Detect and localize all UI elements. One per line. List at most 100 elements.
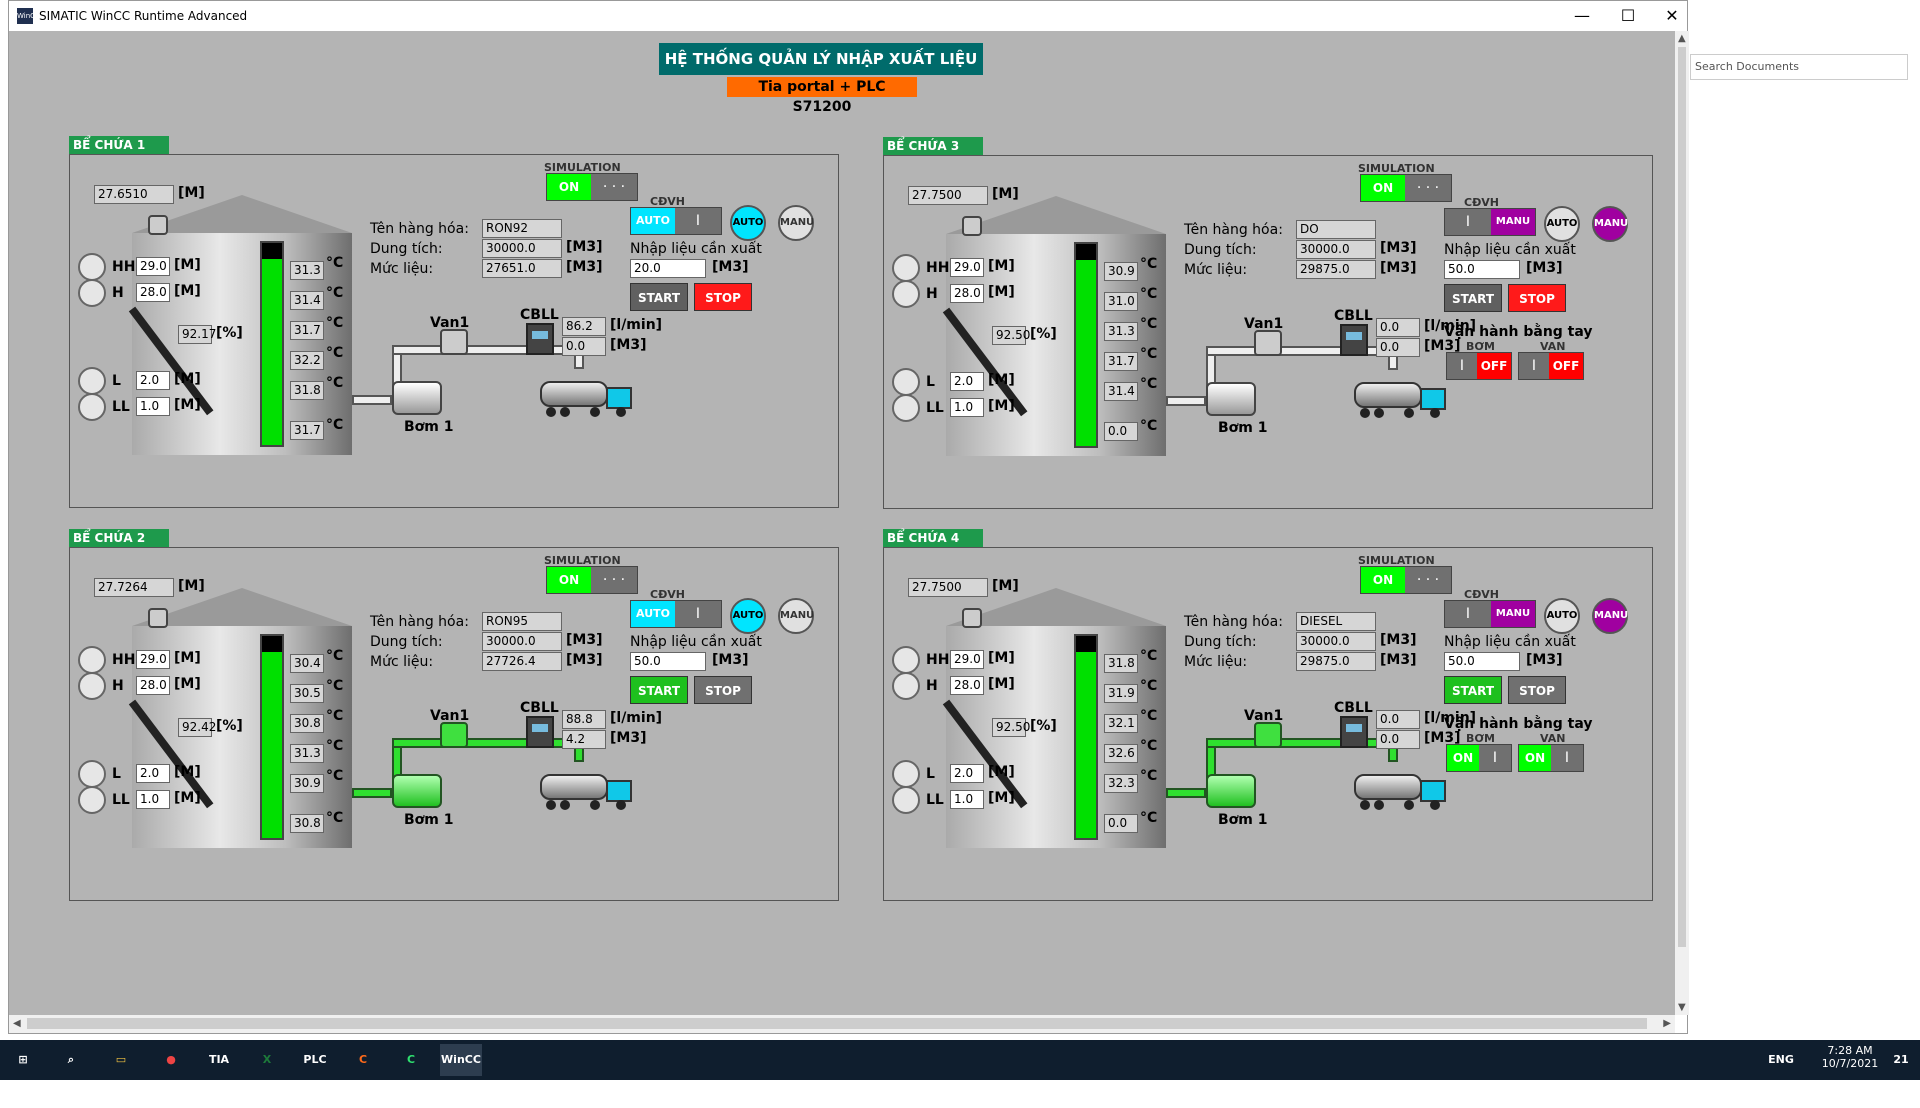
simulation-toggle[interactable]: ON · · · — [1360, 566, 1452, 594]
manual-van-on[interactable]: ON — [1519, 745, 1551, 771]
close-button[interactable]: ✕ — [1649, 1, 1695, 31]
level-unit-hh: [M] — [988, 258, 1015, 274]
manual-bom-off[interactable]: OFF — [1477, 353, 1511, 379]
truck-wheel — [590, 407, 600, 417]
mode-toggle[interactable]: I MANU — [1444, 208, 1536, 236]
flowmeter-icon — [1340, 716, 1368, 748]
stop-button[interactable]: STOP — [694, 283, 752, 311]
simulation-toggle[interactable]: ON · · · — [546, 566, 638, 594]
manual-van-toggle[interactable]: I OFF — [1518, 352, 1584, 380]
level-setpoint-l[interactable]: 2.0 — [136, 764, 170, 783]
tanker-truck-icon — [540, 770, 632, 810]
manual-van-handle[interactable]: I — [1551, 745, 1583, 771]
mode-manu[interactable]: MANU — [1491, 209, 1535, 235]
level-setpoint-l[interactable]: 2.0 — [136, 371, 170, 390]
simulation-on[interactable]: ON — [1361, 175, 1405, 201]
mode-auto[interactable]: AUTO — [631, 601, 675, 627]
simulation-toggle[interactable]: ON · · · — [1360, 174, 1452, 202]
taskbar-app-3[interactable]: PLC SIM — [294, 1044, 336, 1098]
level-indicator-ll — [892, 786, 920, 814]
simulation-handle[interactable]: · · · — [591, 567, 637, 593]
language-indicator[interactable]: ENG — [1760, 1044, 1802, 1076]
level-bar — [260, 634, 284, 840]
level-setpoint-hh[interactable]: 29.0 — [950, 650, 984, 669]
mode-toggle[interactable]: AUTO I — [630, 600, 722, 628]
level-setpoint-hh[interactable]: 29.0 — [950, 258, 984, 277]
taskbar-app-2[interactable]: X — [246, 1044, 288, 1076]
level-setpoint-h[interactable]: 28.0 — [136, 676, 170, 695]
stop-button[interactable]: STOP — [694, 676, 752, 704]
level-setpoint-h[interactable]: 28.0 — [950, 284, 984, 303]
simulation-toggle[interactable]: ON · · · — [546, 173, 638, 201]
setpoint-input[interactable]: 50.0 — [1444, 260, 1520, 279]
level-indicator-l — [78, 367, 106, 395]
simulation-on[interactable]: ON — [547, 567, 591, 593]
taskbar-app-4[interactable]: C — [342, 1044, 384, 1076]
mode-auto[interactable]: AUTO — [631, 208, 675, 234]
start-icon[interactable]: ⊞ — [2, 1044, 44, 1076]
level-setpoint-l[interactable]: 2.0 — [950, 372, 984, 391]
mode-toggle[interactable]: AUTO I — [630, 207, 722, 235]
vertical-scrollbar[interactable]: ▲ ▼ — [1675, 31, 1689, 1015]
mode-manu[interactable]: MANU — [1491, 601, 1535, 627]
truck-tank — [540, 381, 608, 407]
temperature-value: 31.4 — [1104, 382, 1138, 401]
level-setpoint-l[interactable]: 2.0 — [950, 764, 984, 783]
maximize-button[interactable]: ☐ — [1605, 1, 1651, 31]
temperature-unit: °C — [326, 768, 344, 784]
capacity-unit: [M3] — [1380, 240, 1417, 256]
level-setpoint-hh[interactable]: 29.0 — [136, 257, 170, 276]
search-icon[interactable]: ⌕ — [50, 1044, 92, 1076]
simulation-handle[interactable]: · · · — [1405, 175, 1451, 201]
mode-handle[interactable]: I — [675, 601, 721, 627]
simulation-on[interactable]: ON — [547, 174, 591, 200]
start-button[interactable]: START — [1444, 284, 1502, 312]
setpoint-input[interactable]: 50.0 — [1444, 652, 1520, 671]
manual-van-handle[interactable]: I — [1519, 353, 1549, 379]
chrome-icon[interactable]: ● — [150, 1044, 192, 1076]
manual-bom-toggle[interactable]: ON I — [1446, 744, 1512, 772]
taskbar-app-1[interactable]: TIA — [198, 1044, 240, 1076]
start-button[interactable]: START — [630, 283, 688, 311]
clock-time: 7:28 AM — [1827, 1044, 1873, 1057]
notification-badge[interactable]: 21 — [1880, 1044, 1920, 1076]
level-setpoint-ll[interactable]: 1.0 — [136, 397, 170, 416]
horizontal-scrollbar[interactable]: ◀ ▶ — [9, 1015, 1675, 1033]
setpoint-input[interactable]: 20.0 — [630, 259, 706, 278]
file-explorer-icon[interactable]: ▭ — [100, 1044, 142, 1076]
start-button[interactable]: START — [630, 676, 688, 704]
mode-handle[interactable]: I — [1445, 601, 1491, 627]
search-documents-input[interactable]: Search Documents — [1690, 54, 1908, 80]
level-label-hh: HH — [926, 652, 950, 668]
level-setpoint-ll[interactable]: 1.0 — [950, 790, 984, 809]
truck-tank — [1354, 382, 1422, 408]
level-m3-label: Mức liệu: — [370, 654, 434, 670]
manual-bom-toggle[interactable]: I OFF — [1446, 352, 1512, 380]
stop-button[interactable]: STOP — [1508, 676, 1566, 704]
level-setpoint-h[interactable]: 28.0 — [950, 676, 984, 695]
clock[interactable]: 7:28 AM 10/7/2021 — [1820, 1044, 1880, 1070]
level-setpoint-hh[interactable]: 29.0 — [136, 650, 170, 669]
start-button[interactable]: START — [1444, 676, 1502, 704]
truck-wheel — [1374, 408, 1384, 418]
mode-toggle[interactable]: I MANU — [1444, 600, 1536, 628]
level-setpoint-ll[interactable]: 1.0 — [136, 790, 170, 809]
simulation-handle[interactable]: · · · — [1405, 567, 1451, 593]
setpoint-input[interactable]: 50.0 — [630, 652, 706, 671]
simulation-on[interactable]: ON — [1361, 567, 1405, 593]
level-label-hh: HH — [112, 259, 136, 275]
manual-bom-on[interactable]: ON — [1447, 745, 1479, 771]
level-setpoint-h[interactable]: 28.0 — [136, 283, 170, 302]
level-setpoint-ll[interactable]: 1.0 — [950, 398, 984, 417]
manual-van-off[interactable]: OFF — [1549, 353, 1583, 379]
minimize-button[interactable]: — — [1559, 1, 1605, 31]
stop-button[interactable]: STOP — [1508, 284, 1566, 312]
manual-bom-handle[interactable]: I — [1447, 353, 1477, 379]
manual-bom-handle[interactable]: I — [1479, 745, 1511, 771]
mode-handle[interactable]: I — [675, 208, 721, 234]
mode-handle[interactable]: I — [1445, 209, 1491, 235]
taskbar-app-5[interactable]: C — [390, 1044, 432, 1076]
simulation-handle[interactable]: · · · — [591, 174, 637, 200]
manual-van-toggle[interactable]: ON I — [1518, 744, 1584, 772]
taskbar-app-6[interactable]: WinCC RA — [440, 1044, 482, 1098]
